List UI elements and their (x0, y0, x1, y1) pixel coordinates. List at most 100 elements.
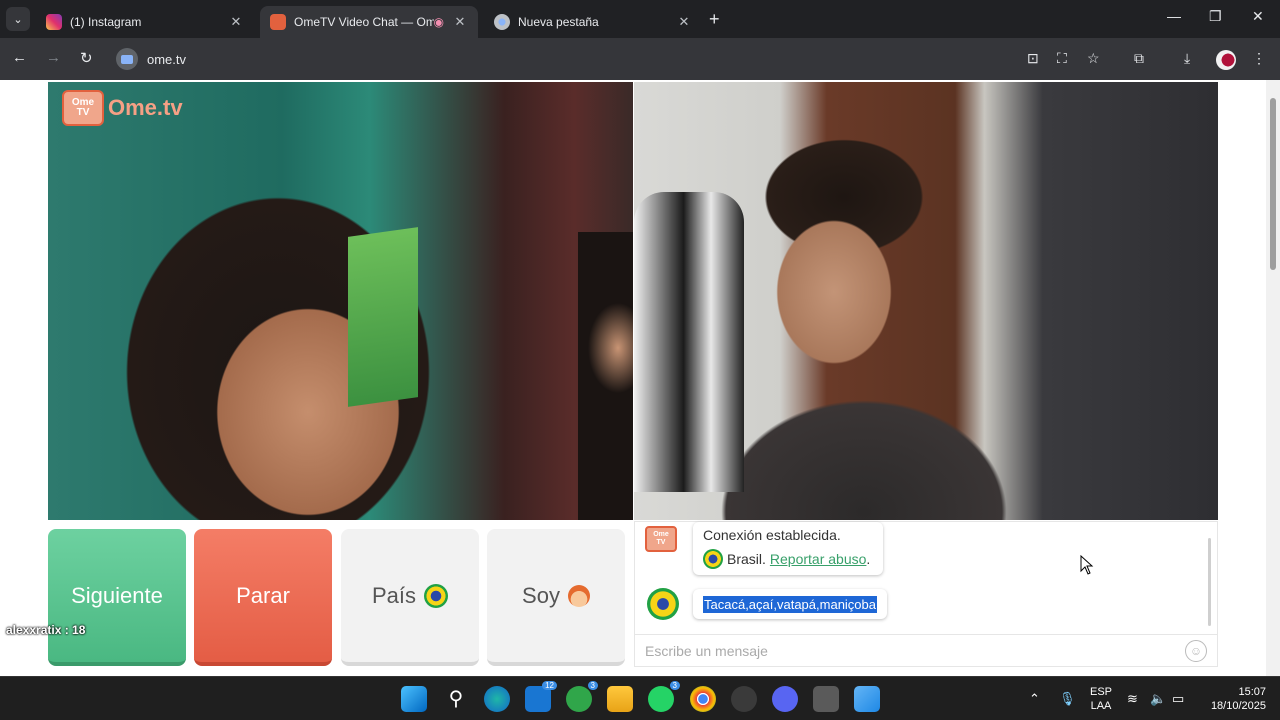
next-button[interactable]: Siguiente (48, 529, 186, 666)
tab-ometv[interactable]: OmeTV Video Chat — Ome ◉ ✕ (260, 6, 478, 38)
country-button[interactable]: País (341, 529, 479, 666)
logo-badge-bottom: TV (76, 107, 90, 118)
logo-text: Ome.tv (108, 95, 183, 120)
video-scene (634, 192, 744, 492)
page-scrollbar[interactable] (1266, 80, 1280, 676)
brazil-flag-icon (647, 588, 679, 620)
chrome-taskbar-icon[interactable] (690, 686, 716, 712)
chevron-up-icon[interactable]: ⌃ (1029, 691, 1040, 707)
video-scene (348, 227, 418, 407)
partner-country: Brasil. (727, 551, 766, 567)
search-icon[interactable]: ⚲ (443, 686, 469, 712)
url-text: ome.tv (147, 51, 187, 67)
outlook-icon[interactable]: 12 (525, 681, 557, 712)
tab-title: OmeTV Video Chat — Ome (294, 15, 434, 29)
battery-icon[interactable]: ▭ (1172, 691, 1184, 707)
discord-icon[interactable] (772, 686, 798, 712)
stop-label: Parar (236, 582, 290, 608)
volume-icon[interactable]: 🔈 (1150, 691, 1166, 707)
connection-status: Conexión establecida. (703, 527, 841, 543)
outlook-badge: 12 (542, 681, 557, 690)
menu-icon[interactable]: ⋮ (1252, 50, 1266, 67)
brazil-flag-icon (424, 583, 449, 608)
minimize-button[interactable]: — (1167, 8, 1181, 24)
system-message: Conexión establecida. Brasil. Reportar a… (693, 522, 883, 575)
clock-date: 18/10/2025 (1210, 700, 1266, 712)
logo-tv-icon: Ome TV (62, 90, 104, 126)
whatsapp-icon[interactable]: 3 (648, 681, 680, 712)
ometv-icon (270, 14, 286, 30)
tab-strip: ⌄ (1) Instagram ✕ OmeTV Video Chat — Ome… (0, 0, 1280, 38)
instagram-icon (46, 14, 62, 30)
language-indicator[interactable]: ESP LAA (1088, 685, 1114, 713)
clock[interactable]: 15:07 18/10/2025 (1200, 685, 1266, 713)
file-explorer-icon[interactable] (607, 686, 633, 712)
microphone-icon[interactable]: 🎙 (1059, 691, 1076, 707)
message-text[interactable]: Tacacá,açaí,vatapá,maniçoba (703, 595, 877, 613)
clock-time: 15:07 (1238, 686, 1266, 698)
mouse-cursor-icon (1080, 555, 1094, 575)
windows-taskbar: ⚲ 12 3 3 ⌃ 🎙 ESP LAA ≋ 🔈 ▭ 15:07 18/10/2… (0, 676, 1280, 720)
remote-video (634, 82, 1218, 520)
chat-logo-bottom: TV (656, 539, 666, 546)
message-input-bar: ☺ (635, 634, 1217, 667)
extensions-icon[interactable]: ⧉ (1134, 50, 1144, 67)
lang-top: ESP (1089, 686, 1112, 698)
profile-avatar[interactable] (1216, 50, 1236, 70)
message-input[interactable] (645, 643, 1185, 659)
report-abuse-link[interactable]: Reportar abuso (770, 551, 867, 567)
user-overlay-text: alexxratix : 18 (6, 623, 86, 637)
address-bar[interactable]: ome.tv (110, 43, 1110, 75)
terminal-icon[interactable] (813, 686, 839, 712)
close-window-button[interactable]: ✕ (1252, 8, 1264, 25)
xbox-icon[interactable]: 3 (566, 681, 598, 712)
ometv-logo: Ome TV Ome.tv (62, 90, 183, 126)
browser-toolbar: ← → ↻ ome.tv ⊡ ⛶ ☆ ⧉ ⤓ ⋮ (0, 38, 1280, 80)
tab-title: Nueva pestaña (518, 15, 599, 29)
close-icon[interactable]: ✕ (676, 14, 692, 30)
gender-label: Soy (522, 582, 560, 608)
page-content: Ome TV Ome.tv Siguiente Parar País Soy a… (0, 80, 1280, 676)
country-label: País (371, 582, 417, 608)
gender-button[interactable]: Soy (487, 529, 625, 666)
brazil-flag-icon (703, 549, 723, 569)
scrollbar-thumb[interactable] (1270, 98, 1276, 270)
emoji-icon[interactable]: ☺ (1185, 640, 1207, 662)
wifi-icon[interactable]: ≋ (1127, 691, 1138, 707)
chat-scrollbar[interactable] (1208, 538, 1211, 626)
video-scene (578, 232, 633, 520)
forward-button[interactable]: → (46, 49, 61, 66)
reload-button[interactable]: ↻ (80, 49, 93, 67)
new-tab-button[interactable]: + (709, 9, 720, 30)
edge-icon[interactable] (484, 686, 510, 712)
boy-face-icon (567, 584, 590, 607)
start-icon[interactable] (401, 686, 427, 712)
lang-bottom: LAA (1090, 700, 1112, 712)
xbox-badge: 3 (587, 681, 598, 690)
recording-icon: ◉ (433, 15, 444, 29)
back-button[interactable]: ← (12, 49, 27, 66)
close-icon[interactable]: ✕ (228, 14, 244, 30)
whatsapp-badge: 3 (669, 681, 680, 690)
next-label: Siguiente (71, 582, 163, 608)
close-icon[interactable]: ✕ (452, 14, 468, 30)
tab-instagram[interactable]: (1) Instagram ✕ (36, 6, 254, 38)
bookmark-star-icon[interactable]: ☆ (1087, 50, 1100, 67)
chrome-icon (494, 14, 510, 30)
chat-logo-top: Ome (653, 531, 669, 538)
tab-search-button[interactable]: ⌄ (6, 7, 30, 31)
downloads-icon[interactable]: ⤓ (1184, 50, 1190, 67)
local-video: Ome TV Ome.tv (48, 82, 633, 520)
ometv-chat-icon: Ome TV (645, 526, 677, 552)
translate-icon[interactable]: ⛶ (1057, 50, 1067, 67)
chat-panel: Ome TV Conexión establecida. Brasil. Rep… (634, 521, 1218, 667)
tab-title: (1) Instagram (70, 15, 142, 29)
stop-button[interactable]: Parar (194, 529, 332, 666)
app-icon[interactable] (731, 686, 757, 712)
install-app-icon[interactable]: ⊡ (1027, 50, 1039, 67)
site-info-icon[interactable] (116, 48, 138, 70)
chat-message: Tacacá,açaí,vatapá,maniçoba (693, 589, 887, 619)
photos-icon[interactable] (854, 686, 880, 712)
maximize-button[interactable]: ❐ (1209, 8, 1222, 25)
tab-new-tab[interactable]: Nueva pestaña ✕ (484, 6, 702, 38)
